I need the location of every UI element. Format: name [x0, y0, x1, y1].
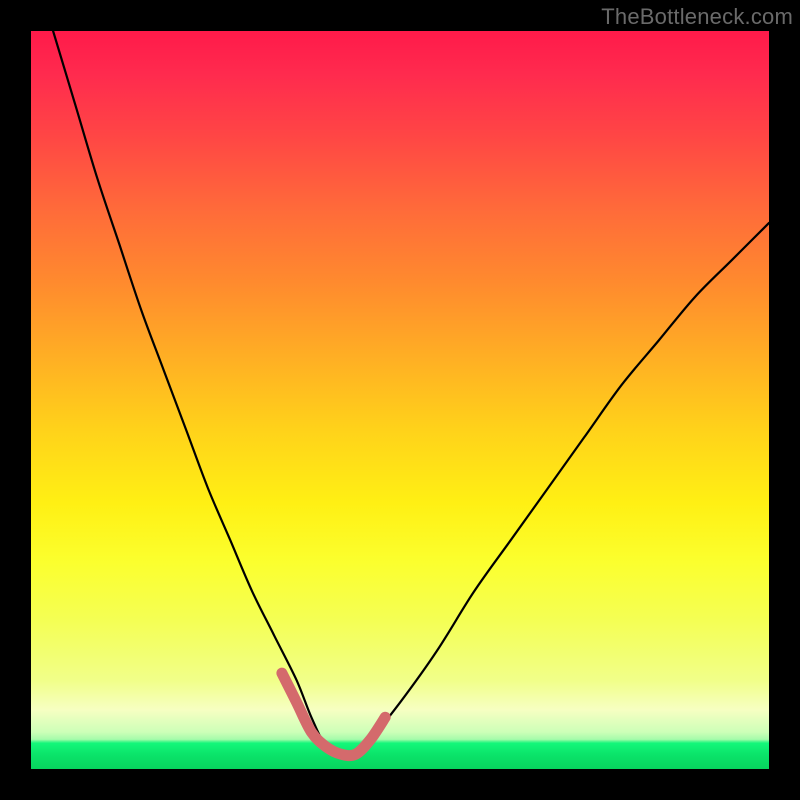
plot-area: [31, 31, 769, 769]
watermark-text: TheBottleneck.com: [601, 4, 793, 30]
highlight-segment: [282, 673, 385, 756]
chart-frame: TheBottleneck.com: [0, 0, 800, 800]
bottleneck-curve: [53, 31, 769, 756]
curve-layer: [31, 31, 769, 769]
